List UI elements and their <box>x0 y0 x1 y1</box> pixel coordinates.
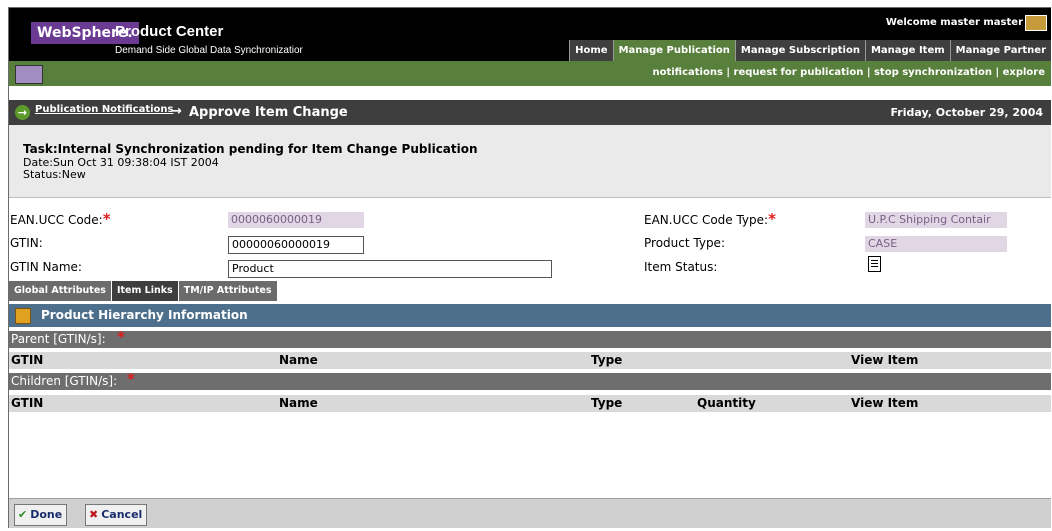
sub-nav-bar: notifications | request for publication … <box>9 61 1051 86</box>
sub-link-notifications[interactable]: notifications <box>652 67 722 78</box>
col-quantity: Quantity <box>697 396 756 410</box>
ean-type-value: U.P.C Shipping Contair <box>865 212 1007 228</box>
required-mark: * <box>117 328 125 346</box>
col-name: Name <box>279 396 318 410</box>
gtin-name-input[interactable]: Product <box>228 260 552 278</box>
nav-tab-manage-item[interactable]: Manage Item <box>864 40 950 61</box>
welcome-text: Welcome master master <box>885 17 1023 28</box>
gtin-label: GTIN: <box>10 236 43 250</box>
tab-tm-ip-attributes[interactable]: TM/IP Attributes <box>178 281 277 301</box>
hierarchy-title: Product Hierarchy Information <box>41 308 248 322</box>
required-mark: * <box>127 370 135 388</box>
item-status-label: Item Status: <box>644 260 718 274</box>
cancel-button[interactable]: ✖ Cancel <box>85 504 148 526</box>
breadcrumb-link[interactable]: Publication Notifications <box>35 104 174 115</box>
tab-item-links[interactable]: Item Links <box>111 281 178 301</box>
nav-tab-manage-subscription[interactable]: Manage Subscription <box>734 40 865 61</box>
gtin-name-label: GTIN Name: <box>10 260 82 274</box>
required-mark: * <box>768 210 776 228</box>
hierarchy-icon <box>15 308 31 324</box>
parent-column-headers: GTIN Name Type View Item <box>9 352 1051 369</box>
children-column-headers: GTIN Name Type Quantity View Item <box>9 395 1051 412</box>
nav-tab-manage-publication[interactable]: Manage Publication <box>612 40 735 61</box>
main-nav: Home Manage Publication Manage Subscript… <box>569 40 1051 61</box>
product-type-label: Product Type: <box>644 236 725 250</box>
nav-tab-manage-partner[interactable]: Manage Partner <box>949 40 1051 61</box>
page-title: Approve Item Change <box>189 105 348 120</box>
current-date: Friday, October 29, 2004 <box>890 106 1044 119</box>
col-gtin: GTIN <box>11 353 44 367</box>
col-type: Type <box>591 396 623 410</box>
cancel-x-icon: ✖ <box>89 508 99 521</box>
page-title-bar: → Publication Notifications → Approve It… <box>9 100 1051 125</box>
product-subtitle: Demand Side Global Data Synchronizatior <box>115 45 303 56</box>
task-title: Task:Internal Synchronization pending fo… <box>23 142 478 156</box>
hierarchy-header: Product Hierarchy Information <box>9 304 1051 327</box>
sub-link-explore[interactable]: explore <box>1003 67 1045 78</box>
check-icon: ✔ <box>18 508 28 521</box>
sub-link-request-for-publication[interactable]: request for publication <box>734 67 864 78</box>
document-icon[interactable] <box>868 256 881 272</box>
col-view-item: View Item <box>851 353 919 367</box>
product-type-value: CASE <box>865 236 1007 252</box>
ean-code-label: EAN.UCC Code:* <box>10 210 111 228</box>
tab-global-attributes[interactable]: Global Attributes <box>9 281 111 301</box>
done-button[interactable]: ✔ Done <box>14 504 68 526</box>
home-icon[interactable] <box>15 65 43 84</box>
col-type: Type <box>591 353 623 367</box>
required-mark: * <box>102 210 111 228</box>
arrow-circle-icon: → <box>15 105 30 120</box>
top-banner: WebSphere. Product Center Demand Side Gl… <box>9 8 1051 61</box>
sub-link-stop-synchronization[interactable]: stop synchronization <box>874 67 992 78</box>
children-section-header: Children [GTIN/s]: * <box>9 370 1051 390</box>
ean-code-value: 0000060000019 <box>228 212 364 228</box>
parent-section-header: Parent [GTIN/s]: * <box>9 328 1051 348</box>
col-gtin: GTIN <box>11 396 44 410</box>
action-footer: ✔ Done ✖ Cancel <box>9 498 1051 528</box>
task-status: Status:New <box>23 168 86 181</box>
sub-nav-links: notifications | request for publication … <box>652 67 1045 78</box>
col-view-item: View Item <box>851 396 919 410</box>
breadcrumb-arrow: → <box>171 104 182 119</box>
task-info: Task:Internal Synchronization pending fo… <box>9 125 1051 198</box>
tab-strip: Global Attributes Item Links TM/IP Attri… <box>9 281 278 301</box>
col-name: Name <box>279 353 318 367</box>
spacer <box>9 86 1051 100</box>
product-name: Product Center <box>115 23 224 40</box>
nav-tab-home[interactable]: Home <box>569 40 613 61</box>
gtin-input[interactable]: 00000060000019 <box>228 236 364 254</box>
user-icon <box>1025 15 1047 31</box>
ean-type-label: EAN.UCC Code Type:* <box>644 210 776 228</box>
app-window: WebSphere. Product Center Demand Side Gl… <box>8 7 1051 528</box>
